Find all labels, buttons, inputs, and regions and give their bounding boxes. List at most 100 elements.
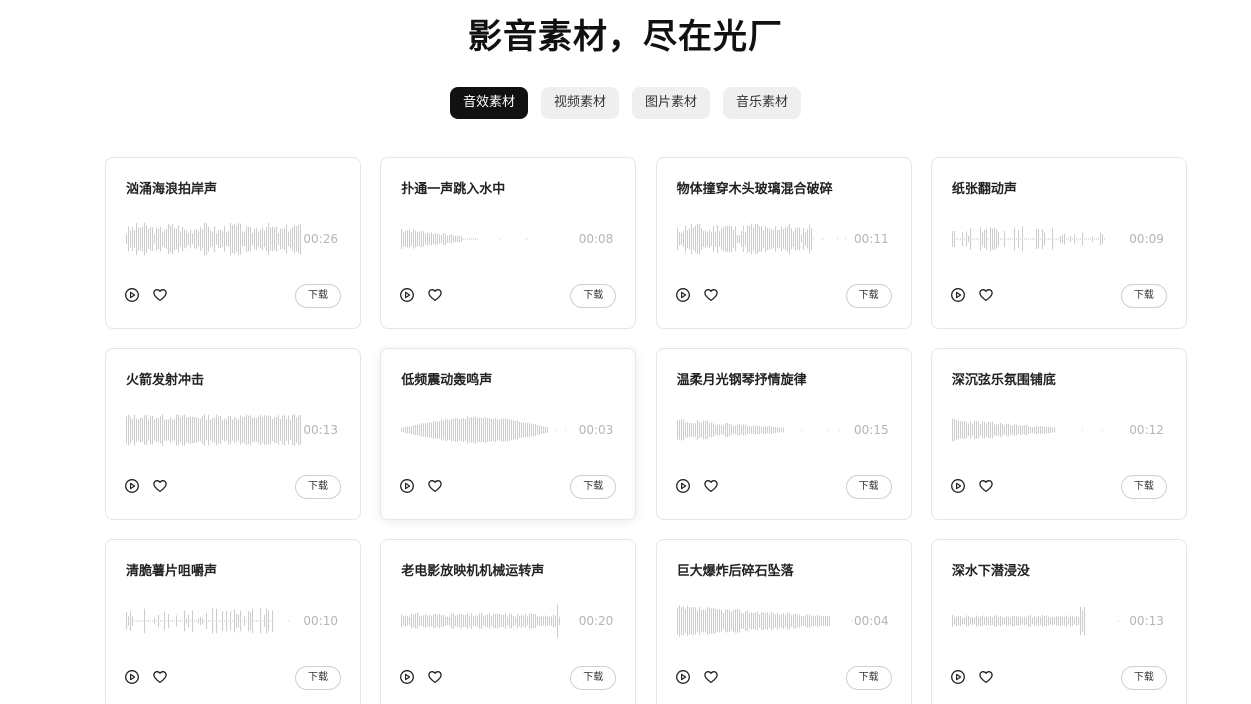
sound-duration: 00:09 <box>1129 232 1164 246</box>
sound-card[interactable]: 火箭发射冲击 00:13 下载 <box>105 348 361 520</box>
download-button[interactable]: 下载 <box>570 284 617 308</box>
sound-duration: 00:13 <box>303 423 338 437</box>
waveform-preview[interactable] <box>401 604 577 638</box>
tab-images[interactable]: 图片素材 <box>632 87 711 119</box>
download-button[interactable]: 下载 <box>570 475 617 499</box>
card-actions <box>124 669 168 685</box>
heart-icon[interactable] <box>427 478 443 494</box>
card-actions <box>124 478 168 494</box>
card-actions <box>675 478 719 494</box>
sound-duration: 00:10 <box>303 614 338 628</box>
sound-card[interactable]: 深水下潜浸没 00:13 下载 <box>930 539 1187 704</box>
download-button[interactable]: 下载 <box>845 284 892 308</box>
sound-title: 扑通一声跳入水中 <box>401 182 506 197</box>
download-button[interactable]: 下载 <box>1120 284 1167 308</box>
sound-card[interactable]: 深沉弦乐氛围铺底 00:12 下载 <box>930 348 1187 520</box>
heart-icon[interactable] <box>427 669 443 685</box>
download-button[interactable]: 下载 <box>1120 666 1167 690</box>
waveform-preview[interactable] <box>676 604 853 638</box>
page-title: 影音素材，尽在光厂 <box>468 17 783 57</box>
play-circle-icon[interactable] <box>399 287 415 303</box>
play-circle-icon[interactable] <box>950 478 966 494</box>
sound-duration: 00:13 <box>1129 614 1164 628</box>
waveform-preview[interactable] <box>676 413 853 447</box>
sound-title: 火箭发射冲击 <box>126 373 205 388</box>
sound-title: 老电影放映机机械运转声 <box>401 564 545 579</box>
waveform-preview[interactable] <box>126 222 302 256</box>
download-button[interactable]: 下载 <box>295 475 341 499</box>
sound-duration: 00:12 <box>1129 423 1164 437</box>
sound-card[interactable]: 清脆薯片咀嚼声 00:10 下载 <box>105 539 361 704</box>
download-button[interactable]: 下载 <box>1120 475 1167 499</box>
sound-card[interactable]: 低频震动轰鸣声 00:03 下载 <box>380 348 637 520</box>
sound-title: 汹涌海浪拍岸声 <box>126 182 218 197</box>
download-button[interactable]: 下载 <box>570 666 617 690</box>
tab-music[interactable]: 音乐素材 <box>723 87 802 119</box>
card-actions <box>950 287 994 303</box>
tab-sound-effects[interactable]: 音效素材 <box>449 87 528 119</box>
sound-card[interactable]: 巨大爆炸后碎石坠落 00:04 下载 <box>655 539 912 704</box>
waveform-preview[interactable] <box>401 222 577 256</box>
download-button[interactable]: 下载 <box>295 284 341 308</box>
card-actions <box>675 669 719 685</box>
download-button[interactable]: 下载 <box>295 666 341 690</box>
sound-library-page: 影音素材，尽在光厂 音效素材 视频素材 图片素材 音乐素材 汹涌海浪拍岸声 00… <box>0 0 1251 704</box>
sound-duration: 00:15 <box>854 423 889 437</box>
play-circle-icon[interactable] <box>675 669 691 685</box>
heart-icon[interactable] <box>427 287 443 303</box>
waveform-preview[interactable] <box>126 604 302 638</box>
heart-icon[interactable] <box>978 669 994 685</box>
play-circle-icon[interactable] <box>675 287 691 303</box>
waveform-preview[interactable] <box>952 413 1128 447</box>
sound-title: 物体撞穿木头玻璃混合破碎 <box>676 182 833 197</box>
play-circle-icon[interactable] <box>399 669 415 685</box>
sound-duration: 00:04 <box>854 614 889 628</box>
card-actions <box>399 287 443 303</box>
sound-title: 温柔月光钢琴抒情旋律 <box>676 373 807 388</box>
sound-card[interactable]: 纸张翻动声 00:09 下载 <box>930 157 1187 329</box>
play-circle-icon[interactable] <box>675 478 691 494</box>
sound-title: 清脆薯片咀嚼声 <box>126 564 218 579</box>
sound-duration: 00:11 <box>854 232 889 246</box>
play-circle-icon[interactable] <box>124 287 140 303</box>
card-actions <box>675 287 719 303</box>
sound-card[interactable]: 扑通一声跳入水中 00:08 下载 <box>380 157 637 329</box>
sound-title: 深水下潜浸没 <box>951 564 1030 579</box>
heart-icon[interactable] <box>152 478 168 494</box>
waveform-preview[interactable] <box>952 604 1128 638</box>
heart-icon[interactable] <box>703 478 719 494</box>
tab-video[interactable]: 视频素材 <box>540 87 619 119</box>
download-button[interactable]: 下载 <box>845 666 892 690</box>
sound-card[interactable]: 温柔月光钢琴抒情旋律 00:15 下载 <box>655 348 912 520</box>
sound-title: 低频震动轰鸣声 <box>401 373 493 388</box>
sound-title: 深沉弦乐氛围铺底 <box>951 373 1056 388</box>
heart-icon[interactable] <box>152 669 168 685</box>
card-actions <box>399 669 443 685</box>
sound-card[interactable]: 物体撞穿木头玻璃混合破碎 00:11 下载 <box>655 157 912 329</box>
sound-duration: 00:08 <box>578 232 614 246</box>
card-actions <box>950 478 994 494</box>
play-circle-icon[interactable] <box>399 478 415 494</box>
play-circle-icon[interactable] <box>950 287 966 303</box>
waveform-preview[interactable] <box>401 413 577 447</box>
card-actions <box>399 478 443 494</box>
sound-card[interactable]: 老电影放映机机械运转声 00:20 下载 <box>380 539 637 704</box>
download-button[interactable]: 下载 <box>845 475 892 499</box>
sound-duration: 00:26 <box>303 232 338 246</box>
heart-icon[interactable] <box>152 287 168 303</box>
sound-title: 巨大爆炸后碎石坠落 <box>676 564 794 579</box>
sound-card[interactable]: 汹涌海浪拍岸声 00:26 下载 <box>105 157 361 329</box>
card-actions <box>950 669 994 685</box>
play-circle-icon[interactable] <box>124 478 140 494</box>
card-actions <box>124 287 168 303</box>
play-circle-icon[interactable] <box>124 669 140 685</box>
category-tabs: 音效素材 视频素材 图片素材 音乐素材 <box>0 87 1251 119</box>
play-circle-icon[interactable] <box>950 669 966 685</box>
waveform-preview[interactable] <box>126 413 302 447</box>
heart-icon[interactable] <box>703 669 719 685</box>
heart-icon[interactable] <box>703 287 719 303</box>
heart-icon[interactable] <box>978 478 994 494</box>
waveform-preview[interactable] <box>952 222 1128 256</box>
waveform-preview[interactable] <box>676 222 853 256</box>
heart-icon[interactable] <box>978 287 994 303</box>
